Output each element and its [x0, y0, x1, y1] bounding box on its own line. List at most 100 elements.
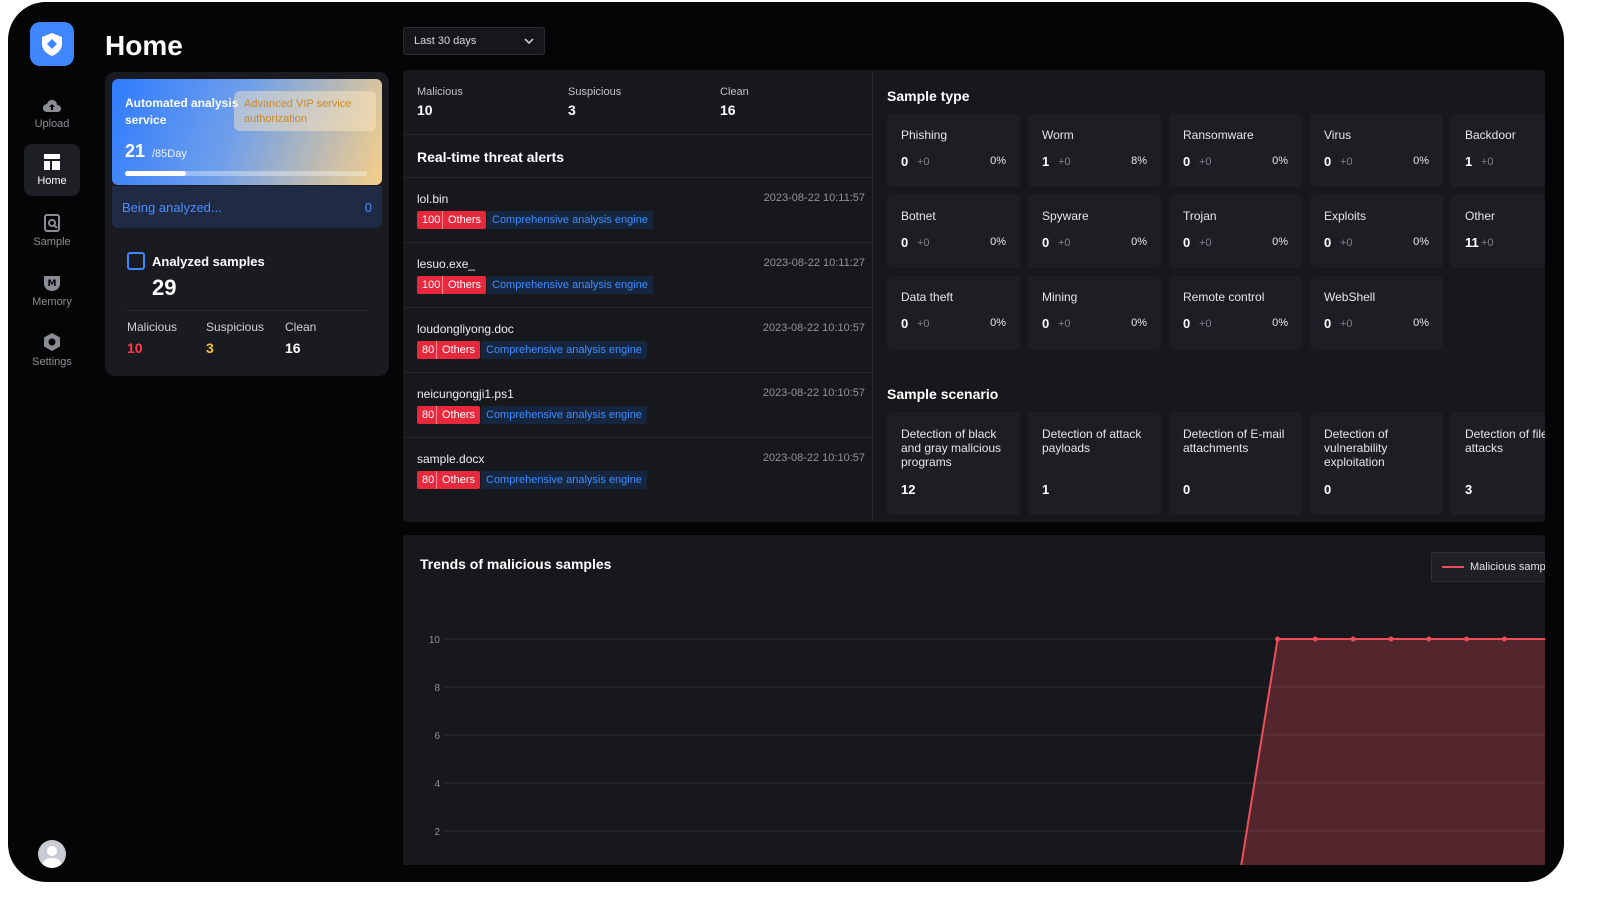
vip-service-card: Automated analysis service Advanced VIP … — [112, 79, 382, 185]
alert-time: 2023-08-22 10:10:57 — [762, 387, 865, 399]
stat-value-suspicious: 3 — [206, 340, 214, 356]
analyzed-samples-total: 29 — [152, 275, 177, 300]
scenario-card[interactable]: Detection of black and gray malicious pr… — [887, 412, 1020, 515]
sample-type-count: 0 — [1183, 154, 1191, 169]
sample-type-name: Botnet — [901, 209, 936, 223]
alert-row[interactable]: sample.docx 2023-08-22 10:10:57 80 Other… — [403, 438, 873, 503]
alert-row[interactable]: lol.bin 2023-08-22 10:11:57 100 Others C… — [403, 178, 873, 243]
alert-row[interactable]: lesuo.exe_ 2023-08-22 10:11:27 100 Other… — [403, 243, 873, 308]
quota-progress-bar — [125, 171, 367, 176]
summary-value-suspicious: 3 — [568, 102, 576, 118]
sample-type-card[interactable]: Remote control 0 +0 0% — [1169, 276, 1302, 349]
sidebar-item-label: Upload — [34, 118, 70, 130]
data-point[interactable] — [1426, 636, 1432, 642]
sample-type-card[interactable]: Other 11 +0 — [1451, 195, 1545, 268]
sample-type-percent: 0% — [1131, 236, 1147, 248]
app-logo[interactable] — [30, 22, 74, 66]
sample-type-percent: 0% — [1272, 317, 1288, 329]
sidebar-item-label: Settings — [32, 356, 72, 368]
stat-label-malicious: Malicious — [127, 320, 178, 334]
scenario-card[interactable]: Detection of fileless attacks 3 — [1451, 412, 1545, 515]
sidebar-item-memory[interactable]: M Memory — [24, 265, 80, 317]
sidebar-item-upload[interactable]: Upload — [24, 88, 80, 140]
sample-type-card[interactable]: Data theft 0 +0 0% — [887, 276, 1020, 349]
svg-text:M: M — [48, 279, 57, 289]
sample-type-delta: +0 — [1199, 237, 1212, 249]
sample-type-title: Sample type — [887, 88, 970, 104]
sample-type-delta: +0 — [1199, 156, 1212, 168]
y-tick-label: 2 — [434, 827, 440, 838]
data-point[interactable] — [1464, 636, 1470, 642]
sample-type-card[interactable]: Mining 0 +0 0% — [1028, 276, 1161, 349]
sample-type-card[interactable]: Worm 1 +0 8% — [1028, 114, 1161, 187]
user-avatar[interactable] — [38, 840, 66, 868]
alert-file-name: neicungongji1.ps1 — [417, 387, 514, 401]
data-point[interactable] — [1275, 636, 1281, 642]
sample-type-card[interactable]: Backdoor 1 +0 — [1451, 114, 1545, 187]
sample-type-delta: +0 — [917, 318, 930, 330]
sample-type-percent: 0% — [990, 317, 1006, 329]
scenario-name: Detection of fileless attacks — [1465, 427, 1545, 455]
threat-alerts-column: Malicious 10 Suspicious 3 Clean 16 Real-… — [403, 70, 873, 522]
alerts-title: Real-time threat alerts — [403, 134, 873, 178]
sample-type-name: Ransomware — [1183, 128, 1254, 142]
sample-type-percent: 0% — [1272, 155, 1288, 167]
chevron-down-icon — [524, 38, 534, 44]
data-point[interactable] — [1501, 636, 1507, 642]
sample-type-percent: 0% — [1413, 155, 1429, 167]
sample-type-card[interactable]: Botnet 0 +0 0% — [887, 195, 1020, 268]
sample-type-name: Virus — [1324, 128, 1352, 142]
alert-file-name: loudongliyong.doc — [417, 322, 514, 336]
sidebar-item-home[interactable]: Home — [24, 144, 80, 196]
summary-value-clean: 16 — [720, 102, 736, 118]
divider — [127, 310, 367, 311]
home-icon — [44, 154, 60, 170]
sample-type-delta: +0 — [1340, 156, 1353, 168]
sample-type-name: Exploits — [1324, 209, 1367, 223]
sample-type-count: 0 — [1042, 316, 1050, 331]
data-point[interactable] — [1350, 636, 1356, 642]
sample-type-name: Worm — [1042, 128, 1074, 142]
alert-row[interactable]: loudongliyong.doc 2023-08-22 10:10:57 80… — [403, 308, 873, 373]
sample-type-count: 0 — [1183, 235, 1191, 250]
scenario-value: 0 — [1183, 482, 1191, 497]
sample-type-percent: 0% — [990, 155, 1006, 167]
sample-type-name: Other — [1465, 209, 1496, 223]
scenario-card[interactable]: Detection of vulnerability exploitation 0 — [1310, 412, 1443, 515]
scenario-value: 1 — [1042, 482, 1050, 497]
scenario-name: Detection of attack payloads — [1042, 427, 1142, 455]
analyzed-samples-icon — [127, 252, 145, 270]
sample-type-card[interactable]: Trojan 0 +0 0% — [1169, 195, 1302, 268]
alert-row[interactable]: neicungongji1.ps1 2023-08-22 10:10:57 80… — [403, 373, 873, 438]
sample-type-card[interactable]: Spyware 0 +0 0% — [1028, 195, 1161, 268]
sidebar-item-settings[interactable]: Settings — [24, 324, 80, 376]
summary-value-malicious: 10 — [417, 102, 433, 118]
sample-type-card[interactable]: WebShell 0 +0 0% — [1310, 276, 1443, 349]
sample-type-percent: 0% — [1413, 317, 1429, 329]
scenario-name: Detection of black and gray malicious pr… — [901, 427, 1002, 469]
being-analyzed-row[interactable]: Being analyzed... 0 — [112, 186, 382, 228]
sidebar-item-sample[interactable]: Sample — [24, 205, 80, 257]
sample-type-card[interactable]: Exploits 0 +0 0% — [1310, 195, 1443, 268]
alert-time: 2023-08-22 10:10:57 — [762, 452, 865, 464]
stat-label-clean: Clean — [285, 320, 317, 334]
scenario-name: Detection of vulnerability exploitation — [1324, 427, 1389, 469]
scenario-value: 0 — [1324, 482, 1332, 497]
scenario-card[interactable]: Detection of attack payloads 1 — [1028, 412, 1161, 515]
date-range-select[interactable]: Last 30 days — [403, 27, 545, 55]
service-quota: /85Day — [152, 148, 187, 160]
vip-badge[interactable]: Advanced VIP service authorization — [234, 91, 376, 131]
engine-badge: Comprehensive analysis engine — [481, 341, 647, 359]
sample-type-delta: +0 — [1340, 237, 1353, 249]
sample-type-count: 0 — [1042, 235, 1050, 250]
sample-type-card[interactable]: Ransomware 0 +0 0% — [1169, 114, 1302, 187]
service-title: Automated analysis service — [125, 96, 239, 127]
scenario-name: Detection of E-mail attachments — [1183, 427, 1285, 455]
summary-label-suspicious: Suspicious — [568, 86, 622, 98]
sample-type-name: WebShell — [1324, 290, 1376, 304]
sample-type-card[interactable]: Phishing 0 +0 0% — [887, 114, 1020, 187]
data-point[interactable] — [1388, 636, 1394, 642]
scenario-card[interactable]: Detection of E-mail attachments 0 — [1169, 412, 1302, 515]
data-point[interactable] — [1312, 636, 1318, 642]
sample-type-card[interactable]: Virus 0 +0 0% — [1310, 114, 1443, 187]
